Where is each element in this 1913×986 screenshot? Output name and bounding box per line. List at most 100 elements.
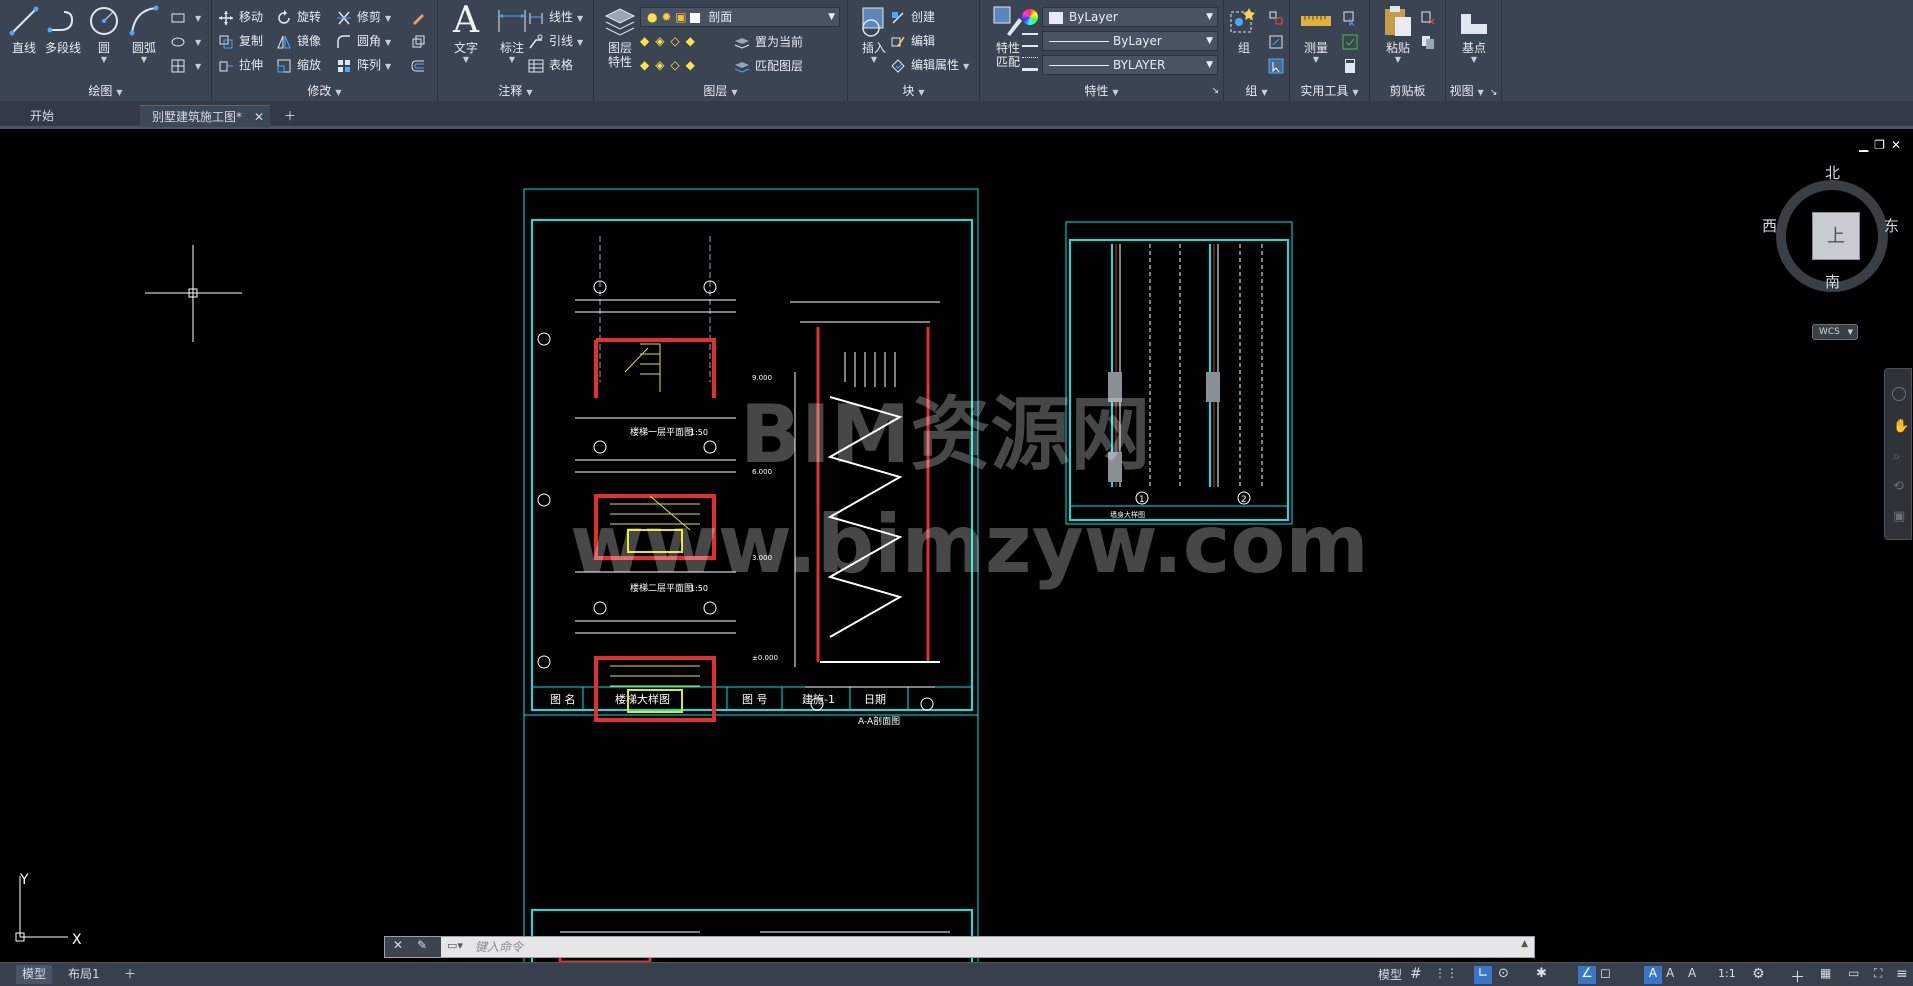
linear-dim-button[interactable]: 线性 ▼ bbox=[528, 6, 583, 28]
arc-button[interactable]: 圆弧 ▼ bbox=[120, 4, 168, 76]
orbit-icon[interactable]: ⟲ bbox=[1893, 479, 1904, 494]
grid-icon[interactable]: # bbox=[1410, 966, 1428, 984]
group-select-button[interactable] bbox=[1268, 54, 1289, 76]
copy-clip-button[interactable] bbox=[1420, 30, 1441, 52]
new-tab-button[interactable]: ＋ bbox=[276, 105, 304, 127]
offset-button[interactable] bbox=[410, 54, 431, 76]
polar-icon[interactable]: ⊙ bbox=[1498, 966, 1516, 984]
dialog-launcher-icon[interactable]: ↘ bbox=[1490, 88, 1498, 98]
quick-select-button[interactable] bbox=[1342, 6, 1363, 28]
trim-button[interactable]: 修剪 ▼ bbox=[336, 6, 391, 28]
scale-readout[interactable]: 1:1 bbox=[1718, 967, 1736, 980]
groups-panel-title[interactable]: 组 ▼ bbox=[1224, 82, 1289, 100]
cut-button[interactable] bbox=[1420, 6, 1441, 28]
showmotion-icon[interactable]: ▣ bbox=[1893, 509, 1905, 524]
minimize-icon[interactable]: ▁ bbox=[1859, 138, 1874, 152]
tab-layout1[interactable]: 布局1 bbox=[62, 965, 106, 984]
menu-icon[interactable]: ≡ bbox=[1896, 966, 1913, 984]
leader-button[interactable]: 引线 ▼ bbox=[528, 30, 583, 52]
annotation-panel-title[interactable]: 注释 ▼ bbox=[438, 82, 593, 100]
scale-button[interactable]: 缩放 bbox=[276, 54, 321, 76]
edit-block-button[interactable]: 编辑 bbox=[890, 30, 935, 52]
ungroup-button[interactable] bbox=[1268, 6, 1289, 28]
zoom-icon[interactable]: ⌕ bbox=[1893, 449, 1900, 464]
viewcube-east[interactable]: 东 bbox=[1884, 215, 1899, 236]
rotate-button[interactable]: 旋转 bbox=[276, 6, 321, 28]
hardware-acceleration-icon[interactable]: ▭ bbox=[1848, 966, 1866, 984]
model-space-button[interactable]: 模型 bbox=[1378, 966, 1402, 983]
linetype-dropdown[interactable]: ByLayer ▼ bbox=[1042, 31, 1218, 51]
mirror-button[interactable]: 镜像 bbox=[276, 30, 321, 52]
wrench-icon[interactable]: ✎ bbox=[417, 938, 427, 952]
block-panel-title[interactable]: 块 ▼ bbox=[848, 82, 979, 100]
match-layer-button[interactable]: 匹配图层 bbox=[734, 55, 803, 77]
tab-drawing[interactable]: 别墅建筑施工图* ✕ bbox=[140, 105, 270, 127]
group-button[interactable]: 组 bbox=[1224, 4, 1264, 76]
osnap-tracking-icon[interactable]: ∠ bbox=[1578, 966, 1596, 984]
layer-tools-row2[interactable]: ◆◈◇◆ bbox=[640, 54, 701, 76]
lineweight-dropdown[interactable]: BYLAYER ▼ bbox=[1042, 55, 1218, 75]
create-block-button[interactable]: 创建 bbox=[890, 6, 935, 28]
explode-button[interactable] bbox=[410, 30, 431, 52]
draw-panel-title[interactable]: 绘图 ▼ bbox=[0, 82, 211, 100]
tab-start[interactable]: 开始 bbox=[18, 105, 138, 127]
dialog-launcher-icon[interactable]: ↘ bbox=[1211, 82, 1219, 100]
clean-screen-icon[interactable]: ⛶ bbox=[1874, 966, 1892, 984]
utilities-panel-title[interactable]: 实用工具 ▼ bbox=[1290, 82, 1369, 100]
table-button[interactable]: 表格 bbox=[528, 54, 573, 76]
annotation-visibility-icon[interactable]: A bbox=[1644, 966, 1662, 984]
close-tab-icon[interactable]: ✕ bbox=[254, 106, 264, 128]
wcs-menu[interactable]: WCS ▼ bbox=[1812, 324, 1858, 340]
properties-panel-title[interactable]: 特性 ▼ ↘ bbox=[980, 82, 1223, 100]
select-all-button[interactable] bbox=[1342, 30, 1363, 52]
measure-button[interactable]: 测量 ▼ bbox=[1292, 4, 1340, 76]
layers-panel-title[interactable]: 图层 ▼ bbox=[594, 82, 847, 100]
viewcube-west[interactable]: 西 bbox=[1762, 215, 1777, 236]
isolate-objects-icon[interactable]: ▦ bbox=[1820, 966, 1838, 984]
rectangle-button[interactable]: ▼ bbox=[170, 6, 201, 28]
view-panel-title[interactable]: 视图 ▼ ↘ bbox=[1446, 82, 1501, 100]
erase-button[interactable] bbox=[410, 6, 431, 28]
auto-scale-icon[interactable]: A bbox=[1666, 966, 1684, 984]
steering-wheel-icon[interactable] bbox=[1892, 387, 1906, 401]
viewcube-top-face[interactable]: 上 bbox=[1812, 212, 1860, 260]
viewcube-south[interactable]: 南 bbox=[1825, 271, 1840, 292]
crosshair-plus-icon[interactable]: ＋ bbox=[1790, 966, 1808, 986]
copy-button[interactable]: 复制 bbox=[218, 30, 263, 52]
tab-model[interactable]: 模型 bbox=[16, 965, 53, 984]
hatch-button[interactable]: ▼ bbox=[170, 30, 201, 52]
base-view-button[interactable]: 基点 ▼ bbox=[1450, 4, 1498, 76]
viewcube-north[interactable]: 北 bbox=[1825, 162, 1840, 183]
layer-properties-button[interactable]: 图层 特性 bbox=[596, 4, 644, 76]
command-input[interactable]: 键入命令 bbox=[475, 937, 523, 957]
text-button[interactable]: A 文字 ▼ bbox=[442, 3, 490, 76]
ortho-icon[interactable]: ∟ bbox=[1474, 966, 1492, 984]
drawing-canvas[interactable]: 图 名 楼梯大样图 图 号 建施-1 日期 楼梯一层平面图 1:50 楼梯二层平… bbox=[0, 132, 1913, 962]
command-history-icon[interactable]: ▭▾ bbox=[447, 939, 463, 952]
calculator-button[interactable] bbox=[1342, 54, 1363, 76]
chevron-up-icon[interactable]: ▲ bbox=[1521, 939, 1528, 949]
edit-attributes-button[interactable]: 编辑属性 ▼ bbox=[890, 54, 969, 76]
pan-icon[interactable]: ✋ bbox=[1893, 419, 1909, 434]
stair-plan-1[interactable]: 楼梯一层平面图 1:50 bbox=[537, 236, 736, 438]
array-button[interactable]: 阵列 ▼ bbox=[336, 54, 391, 76]
paste-button[interactable]: 粘贴 ▼ bbox=[1374, 4, 1422, 76]
layer-dropdown[interactable]: ● ✹ ▣ 剖面 ▼ bbox=[640, 7, 840, 27]
color-dropdown[interactable]: ByLayer ▼ bbox=[1042, 7, 1218, 27]
snap-icon[interactable]: ⋮⋮ bbox=[1434, 966, 1458, 984]
wall-detail-2[interactable]: 2 bbox=[1206, 244, 1263, 505]
annotation-scale-icon[interactable]: A bbox=[1688, 966, 1706, 984]
add-layout-button[interactable]: ＋ bbox=[118, 965, 142, 984]
object-snap-icon[interactable]: ◻ bbox=[1600, 966, 1618, 984]
stretch-button[interactable]: 拉伸 bbox=[218, 54, 263, 76]
modify-panel-title[interactable]: 修改 ▼ bbox=[212, 82, 437, 100]
close-icon[interactable]: ✕ bbox=[393, 938, 403, 952]
restore-icon[interactable]: ❐ bbox=[1874, 138, 1891, 152]
layer-tools-row1[interactable]: ◆◈◇◆ bbox=[640, 30, 701, 52]
group-edit-button[interactable] bbox=[1268, 30, 1289, 52]
close-icon[interactable]: ✕ bbox=[1891, 138, 1907, 152]
isodraft-icon[interactable]: ✱ bbox=[1536, 966, 1554, 984]
set-current-button[interactable]: 置为当前 bbox=[734, 31, 803, 53]
region-button[interactable]: ▼ bbox=[170, 54, 201, 76]
fillet-button[interactable]: 圆角 ▼ bbox=[336, 30, 391, 52]
